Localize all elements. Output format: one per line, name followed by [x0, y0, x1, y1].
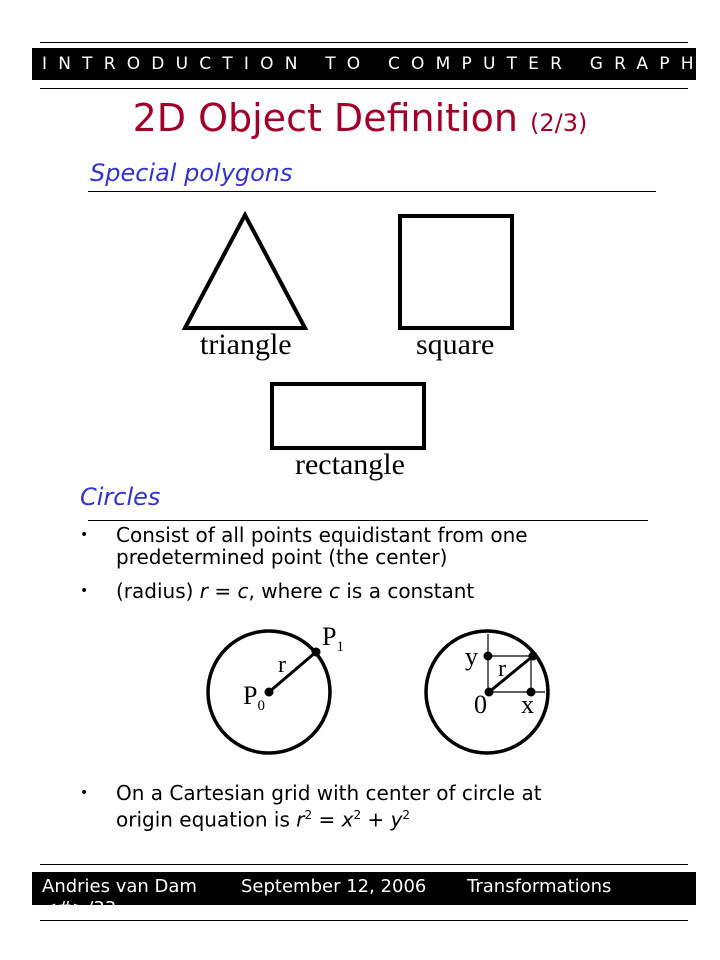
bullet-icon: •: [80, 785, 89, 801]
circle-point: [528, 651, 538, 661]
edge-point: [311, 647, 321, 657]
footer-page-number: <#>/33: [42, 894, 116, 905]
r-label-right: r: [498, 656, 506, 682]
footer-top-rule: [40, 864, 688, 865]
footer-topic: Transformations: [467, 876, 612, 897]
square-shape: [398, 214, 514, 330]
footer-bottom-rule: [40, 920, 688, 921]
radius-line: [268, 650, 317, 694]
section-rule: [88, 520, 648, 521]
footer-bar: Andries van Dam September 12, 2006 Trans…: [32, 872, 696, 905]
square-label: square: [416, 328, 495, 361]
triangle-label: triangle: [200, 328, 292, 361]
y-label: y: [465, 642, 478, 671]
section-heading-circles: Circles: [80, 483, 161, 511]
footer-date: September 12, 2006: [241, 876, 427, 897]
y-point: [483, 651, 493, 661]
p1-label: P1: [322, 622, 344, 656]
center-point: [264, 687, 274, 697]
triangle-shape: [181, 210, 309, 330]
radius-line-right: [488, 654, 534, 694]
origin-label: 0: [474, 690, 487, 719]
bullet-icon: •: [80, 527, 89, 543]
x-label: x: [521, 690, 534, 719]
p0-label: P0: [243, 681, 265, 715]
rectangle-label: rectangle: [295, 448, 405, 481]
rectangle-shape: [270, 382, 426, 450]
bullet-icon: •: [80, 583, 89, 599]
r-label: r: [278, 652, 286, 678]
